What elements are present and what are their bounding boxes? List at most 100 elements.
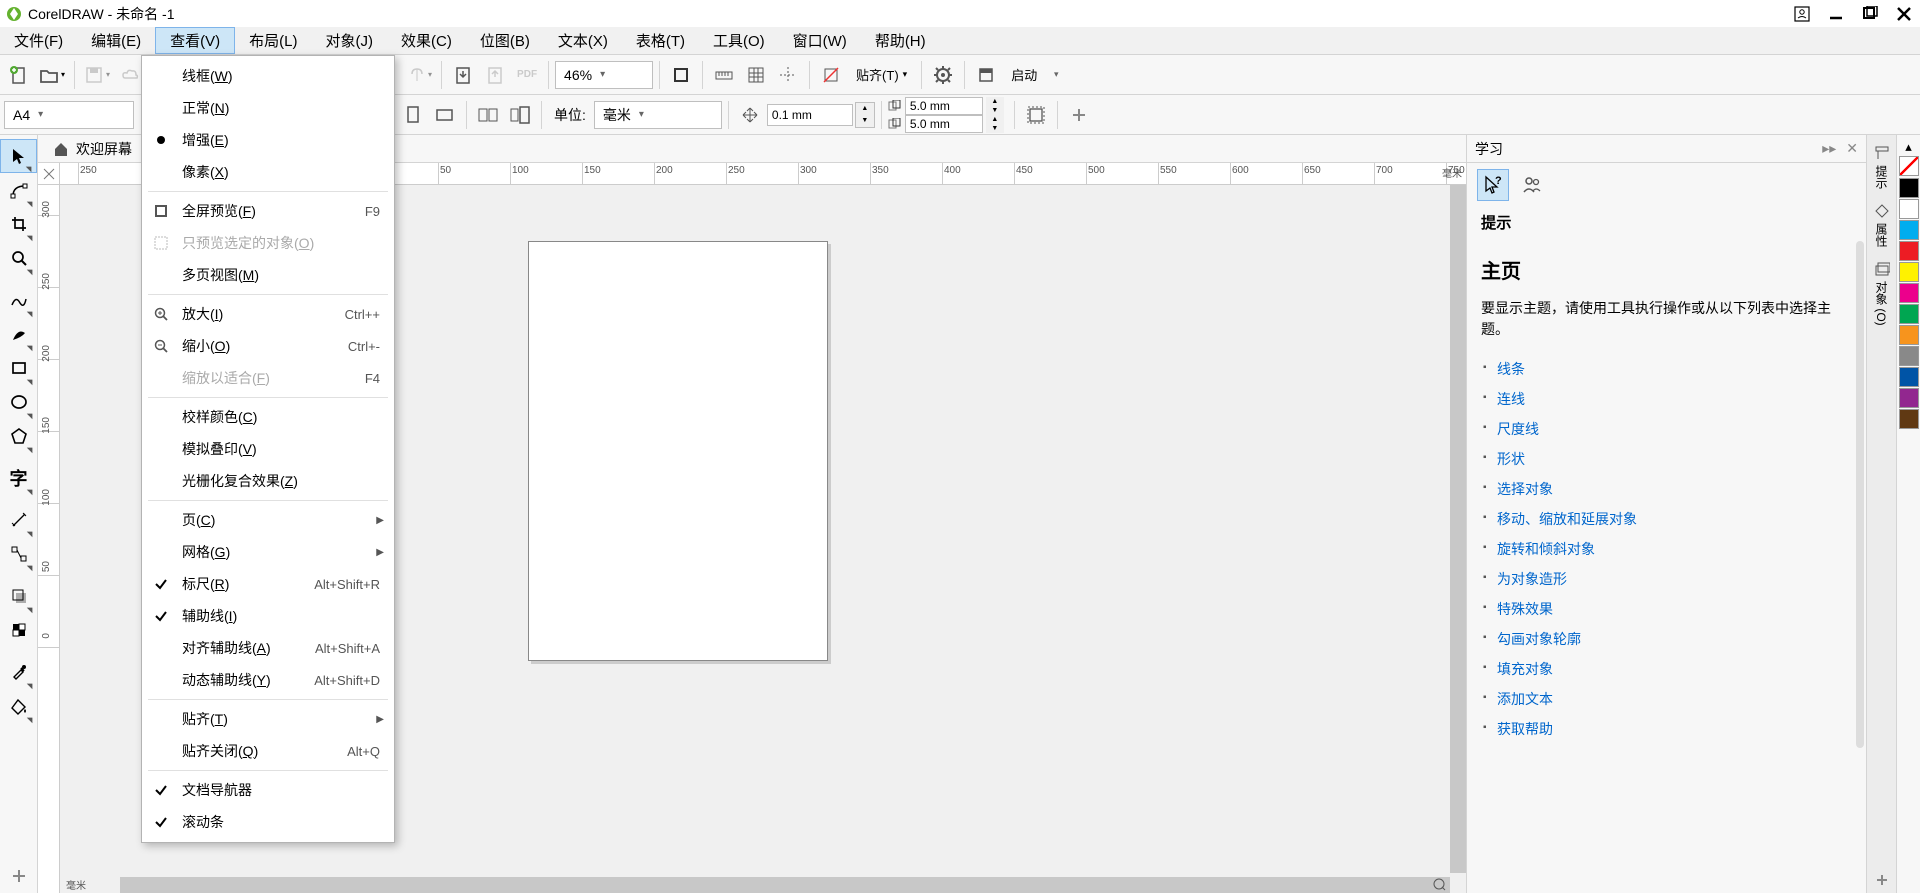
snap-off-button[interactable]	[816, 60, 846, 90]
menu-window[interactable]: 窗口(W)	[779, 27, 861, 54]
topic-link[interactable]: 形状	[1497, 451, 1525, 467]
view-menu-item[interactable]: 光栅化复合效果(Z)	[142, 465, 394, 497]
unit-dropdown[interactable]: 毫米	[594, 101, 722, 129]
hint-people-icon[interactable]	[1521, 174, 1543, 196]
parallel-dim-tool[interactable]	[0, 503, 37, 537]
topic-link[interactable]: 线条	[1497, 361, 1525, 377]
landscape-button[interactable]	[430, 100, 460, 130]
all-pages-button[interactable]	[473, 100, 503, 130]
color-swatch[interactable]	[1899, 304, 1919, 324]
view-menu-item[interactable]: 贴齐关闭(Q)Alt+Q	[142, 735, 394, 767]
bleed-button[interactable]	[1021, 100, 1051, 130]
view-menu-item[interactable]: 多页视图(M)	[142, 259, 394, 291]
polygon-tool[interactable]	[0, 419, 37, 453]
menu-bitmap[interactable]: 位图(B)	[466, 27, 544, 54]
topic-link[interactable]: 特殊效果	[1497, 601, 1553, 617]
connector-tool[interactable]	[0, 537, 37, 571]
export-button[interactable]	[480, 60, 510, 90]
portrait-button[interactable]	[398, 100, 428, 130]
view-menu-item[interactable]: 放大(I)Ctrl++	[142, 298, 394, 330]
view-menu-item[interactable]: 像素(X)	[142, 156, 394, 188]
topic-link[interactable]: 连线	[1497, 391, 1525, 407]
shape-tool[interactable]	[0, 173, 37, 207]
topic-link[interactable]: 移动、缩放和延展对象	[1497, 511, 1637, 527]
palette-up-icon[interactable]: ▴	[1905, 139, 1912, 155]
view-menu-item[interactable]: 标尺(R)Alt+Shift+R	[142, 568, 394, 600]
pick-tool[interactable]	[0, 139, 37, 173]
eyedropper-tool[interactable]	[0, 655, 37, 689]
dupy-down[interactable]: ▼	[986, 124, 1004, 133]
color-swatch[interactable]	[1899, 241, 1919, 261]
menu-help[interactable]: 帮助(H)	[861, 27, 940, 54]
add-button[interactable]	[1064, 100, 1094, 130]
topic-link[interactable]: 选择对象	[1497, 481, 1553, 497]
crop-tool[interactable]	[0, 207, 37, 241]
menu-text[interactable]: 文本(X)	[544, 27, 622, 54]
add-tool-button[interactable]	[0, 859, 37, 893]
view-menu-item[interactable]: 线框(W)	[142, 60, 394, 92]
welcome-tab[interactable]: 欢迎屏幕	[42, 137, 142, 161]
view-menu-item[interactable]: 文档导航器	[142, 774, 394, 806]
topic-link[interactable]: 勾画对象轮廓	[1497, 631, 1581, 647]
topic-link[interactable]: 获取帮助	[1497, 721, 1553, 737]
view-menu-item[interactable]: 全屏预览(F)F9	[142, 195, 394, 227]
tab-properties[interactable]: 属性	[1871, 197, 1892, 253]
view-menu-item[interactable]: 贴齐(T)▶	[142, 703, 394, 735]
view-menu-item[interactable]: 缩小(O)Ctrl+-	[142, 330, 394, 362]
ruler-origin[interactable]	[38, 163, 60, 185]
menu-layout[interactable]: 布局(L)	[235, 27, 311, 54]
open-button[interactable]: ▾	[36, 60, 68, 90]
docker-expand-icon[interactable]: ▸▸	[1822, 140, 1836, 157]
no-fill-swatch[interactable]	[1899, 156, 1919, 176]
color-swatch[interactable]	[1899, 178, 1919, 198]
panel-scrollbar[interactable]	[1856, 241, 1864, 748]
new-button[interactable]	[4, 60, 34, 90]
vertical-scrollbar[interactable]	[1450, 185, 1466, 873]
zoom-tool[interactable]	[0, 241, 37, 275]
rectangle-tool[interactable]	[0, 351, 37, 385]
color-swatch[interactable]	[1899, 409, 1919, 429]
view-menu-item[interactable]: 增强(E)	[142, 124, 394, 156]
menu-file[interactable]: 文件(F)	[0, 27, 77, 54]
topic-link[interactable]: 添加文本	[1497, 691, 1553, 707]
account-icon[interactable]	[1792, 4, 1812, 24]
options-button[interactable]	[928, 60, 958, 90]
fullscreen-button[interactable]	[666, 60, 696, 90]
tab-hint[interactable]: 提示	[1871, 139, 1892, 195]
menu-edit[interactable]: 编辑(E)	[77, 27, 155, 54]
fill-tool[interactable]	[0, 689, 37, 723]
view-menu-item[interactable]: 页(C)▶	[142, 504, 394, 536]
menu-tool[interactable]: 工具(O)	[699, 27, 779, 54]
close-button[interactable]	[1894, 4, 1914, 24]
menu-view[interactable]: 查看(V)	[155, 27, 235, 54]
tab-add[interactable]	[1873, 867, 1891, 893]
view-menu-item[interactable]: 网格(G)▶	[142, 536, 394, 568]
view-menu-item[interactable]: 正常(N)	[142, 92, 394, 124]
ruler-icon[interactable]	[709, 60, 739, 90]
docker-close-icon[interactable]: ✕	[1846, 140, 1858, 157]
view-menu-item[interactable]: 对齐辅助线(A)Alt+Shift+A	[142, 632, 394, 664]
page-size-dropdown[interactable]: A4	[4, 101, 134, 129]
color-swatch[interactable]	[1899, 346, 1919, 366]
view-menu-item[interactable]: 滚动条	[142, 806, 394, 838]
view-menu-item[interactable]: 模拟叠印(V)	[142, 433, 394, 465]
dup-x-field[interactable]: 5.0 mm	[905, 97, 983, 115]
nudge-down[interactable]: ▼	[856, 115, 874, 127]
guides-icon[interactable]	[773, 60, 803, 90]
color-swatch[interactable]	[1899, 283, 1919, 303]
ellipse-tool[interactable]	[0, 385, 37, 419]
topic-link[interactable]: 旋转和倾斜对象	[1497, 541, 1595, 557]
nudge-field[interactable]: 0.1 mm	[767, 104, 853, 126]
import-button[interactable]	[448, 60, 478, 90]
vertical-ruler[interactable]: 300250200150100500	[38, 185, 60, 893]
view-menu-item[interactable]: 辅助线(I)	[142, 600, 394, 632]
tab-objects[interactable]: 对象 (O)	[1871, 255, 1892, 332]
zoom-dropdown[interactable]: 46%	[555, 61, 653, 89]
current-page-button[interactable]	[505, 100, 535, 130]
color-swatch[interactable]	[1899, 367, 1919, 387]
launch-chevron[interactable]: ▾	[1047, 60, 1065, 90]
launch-icon[interactable]	[971, 60, 1001, 90]
color-swatch[interactable]	[1899, 388, 1919, 408]
freehand-tool[interactable]	[0, 283, 37, 317]
pdf-button[interactable]: PDF	[512, 60, 542, 90]
